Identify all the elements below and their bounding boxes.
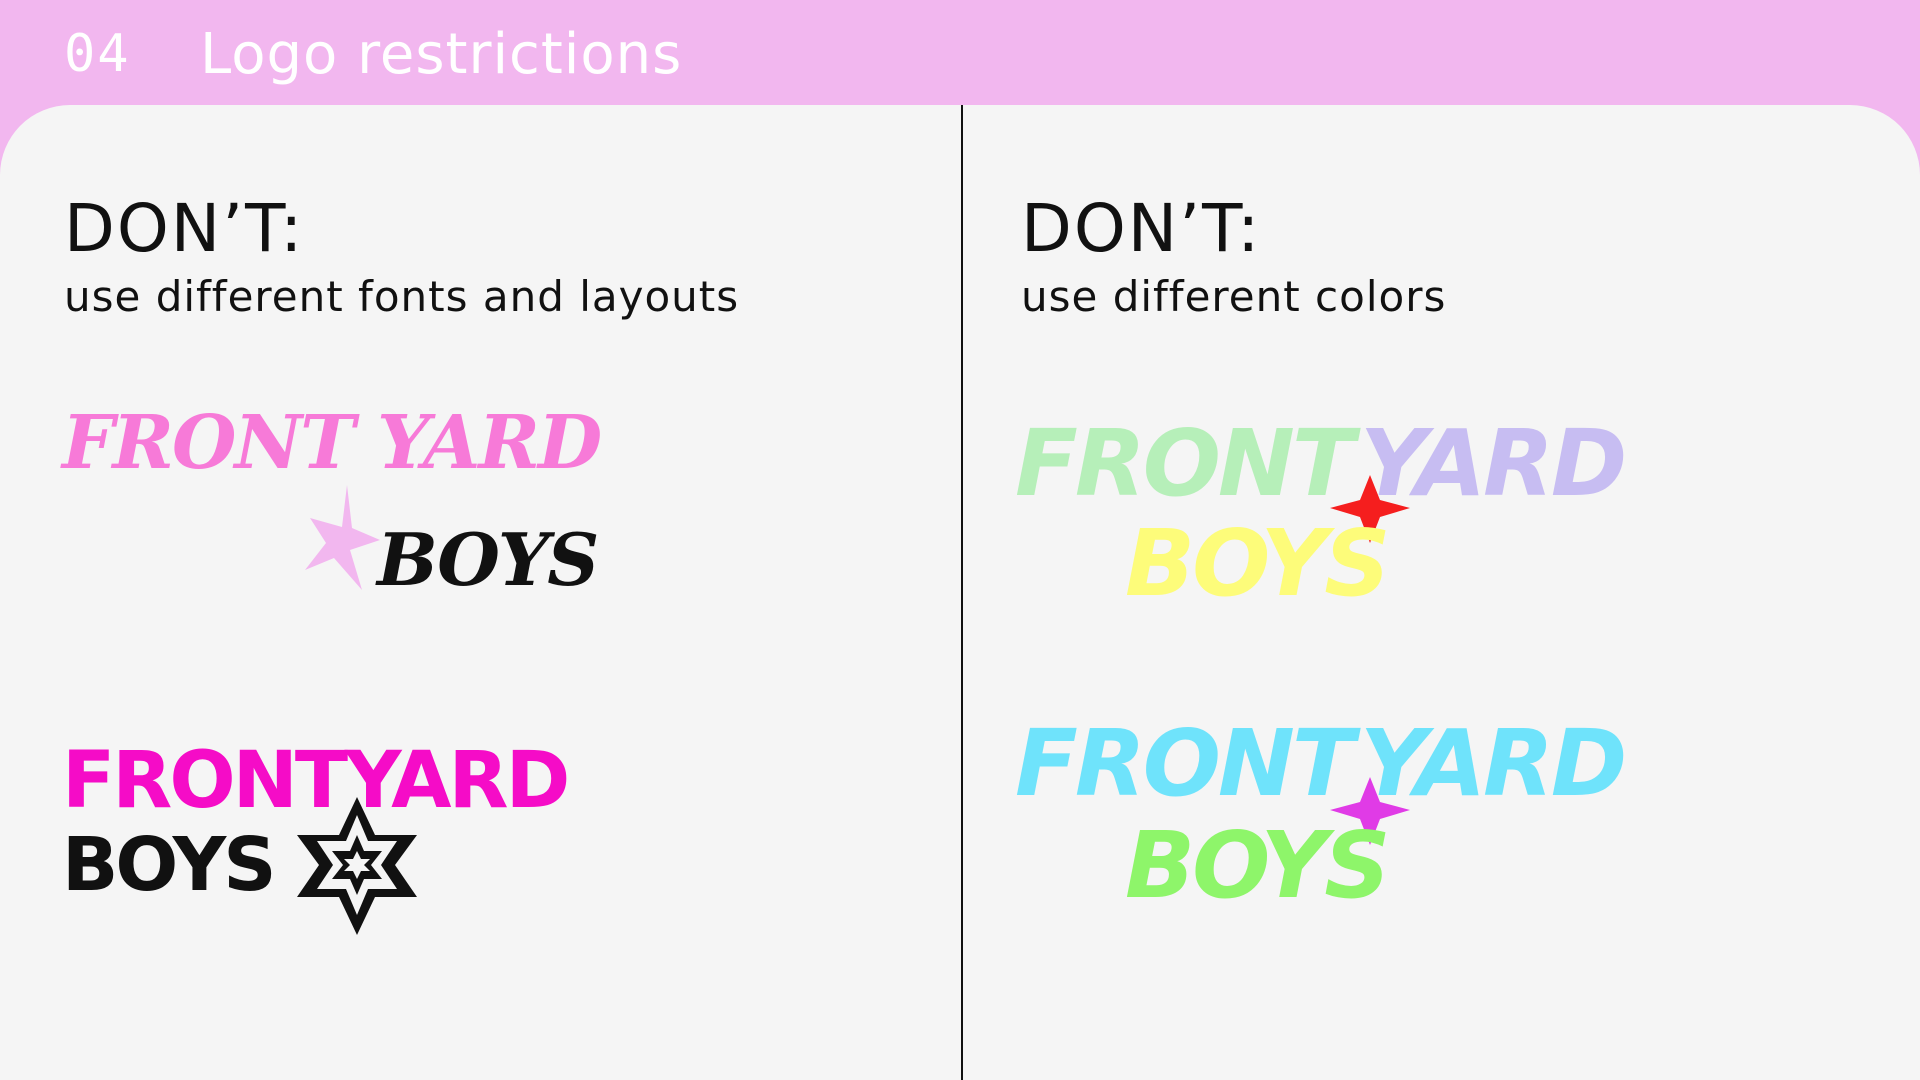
logo-bright-art: FRONT YARD BOYS — [1015, 710, 1627, 919]
four-point-star-icon — [305, 485, 380, 590]
logo-bold-line2: BOYS — [62, 822, 274, 908]
header-bar: 04 Logo restrictions — [0, 0, 1920, 105]
logo-graffiti-art: FRONT YARD BOYS — [60, 400, 604, 602]
logo-pastel-art: FRONT YARD BOYS — [1015, 410, 1627, 617]
left-heading: DON’T: — [64, 190, 305, 267]
right-heading: DON’T: — [1021, 190, 1262, 267]
logo-graffiti-line1: FRONT YARD — [60, 400, 602, 486]
right-subheading: use different colors — [1021, 272, 1447, 321]
left-subheading: use different fonts and layouts — [64, 272, 740, 321]
logo-pastel-boys: BOYS — [1125, 510, 1388, 617]
logo-pastel-yard: YARD — [1360, 410, 1624, 517]
logo-bold-line1: FRONTYARD — [62, 736, 567, 826]
logo-variant-pastel: FRONT YARD BOYS — [1015, 405, 1695, 635]
logo-bright-boys: BOYS — [1125, 812, 1388, 919]
logo-bright-yard: YARD — [1360, 710, 1624, 817]
page-title: Logo restrictions — [200, 22, 683, 87]
logo-variant-graffiti: FRONT YARD BOYS — [60, 400, 642, 602]
logo-bold-art: FRONTYARD BOYS — [62, 736, 570, 935]
logo-graffiti-line2: BOYS — [375, 517, 597, 602]
logo-variant-bold: FRONTYARD BOYS — [62, 735, 622, 935]
logo-pastel-front: FRONT — [1015, 410, 1361, 517]
section-number: 04 — [64, 24, 131, 84]
column-divider — [961, 105, 963, 1080]
logo-variant-bright: FRONT YARD BOYS — [1015, 705, 1695, 935]
logo-bright-front: FRONT — [1015, 710, 1361, 817]
